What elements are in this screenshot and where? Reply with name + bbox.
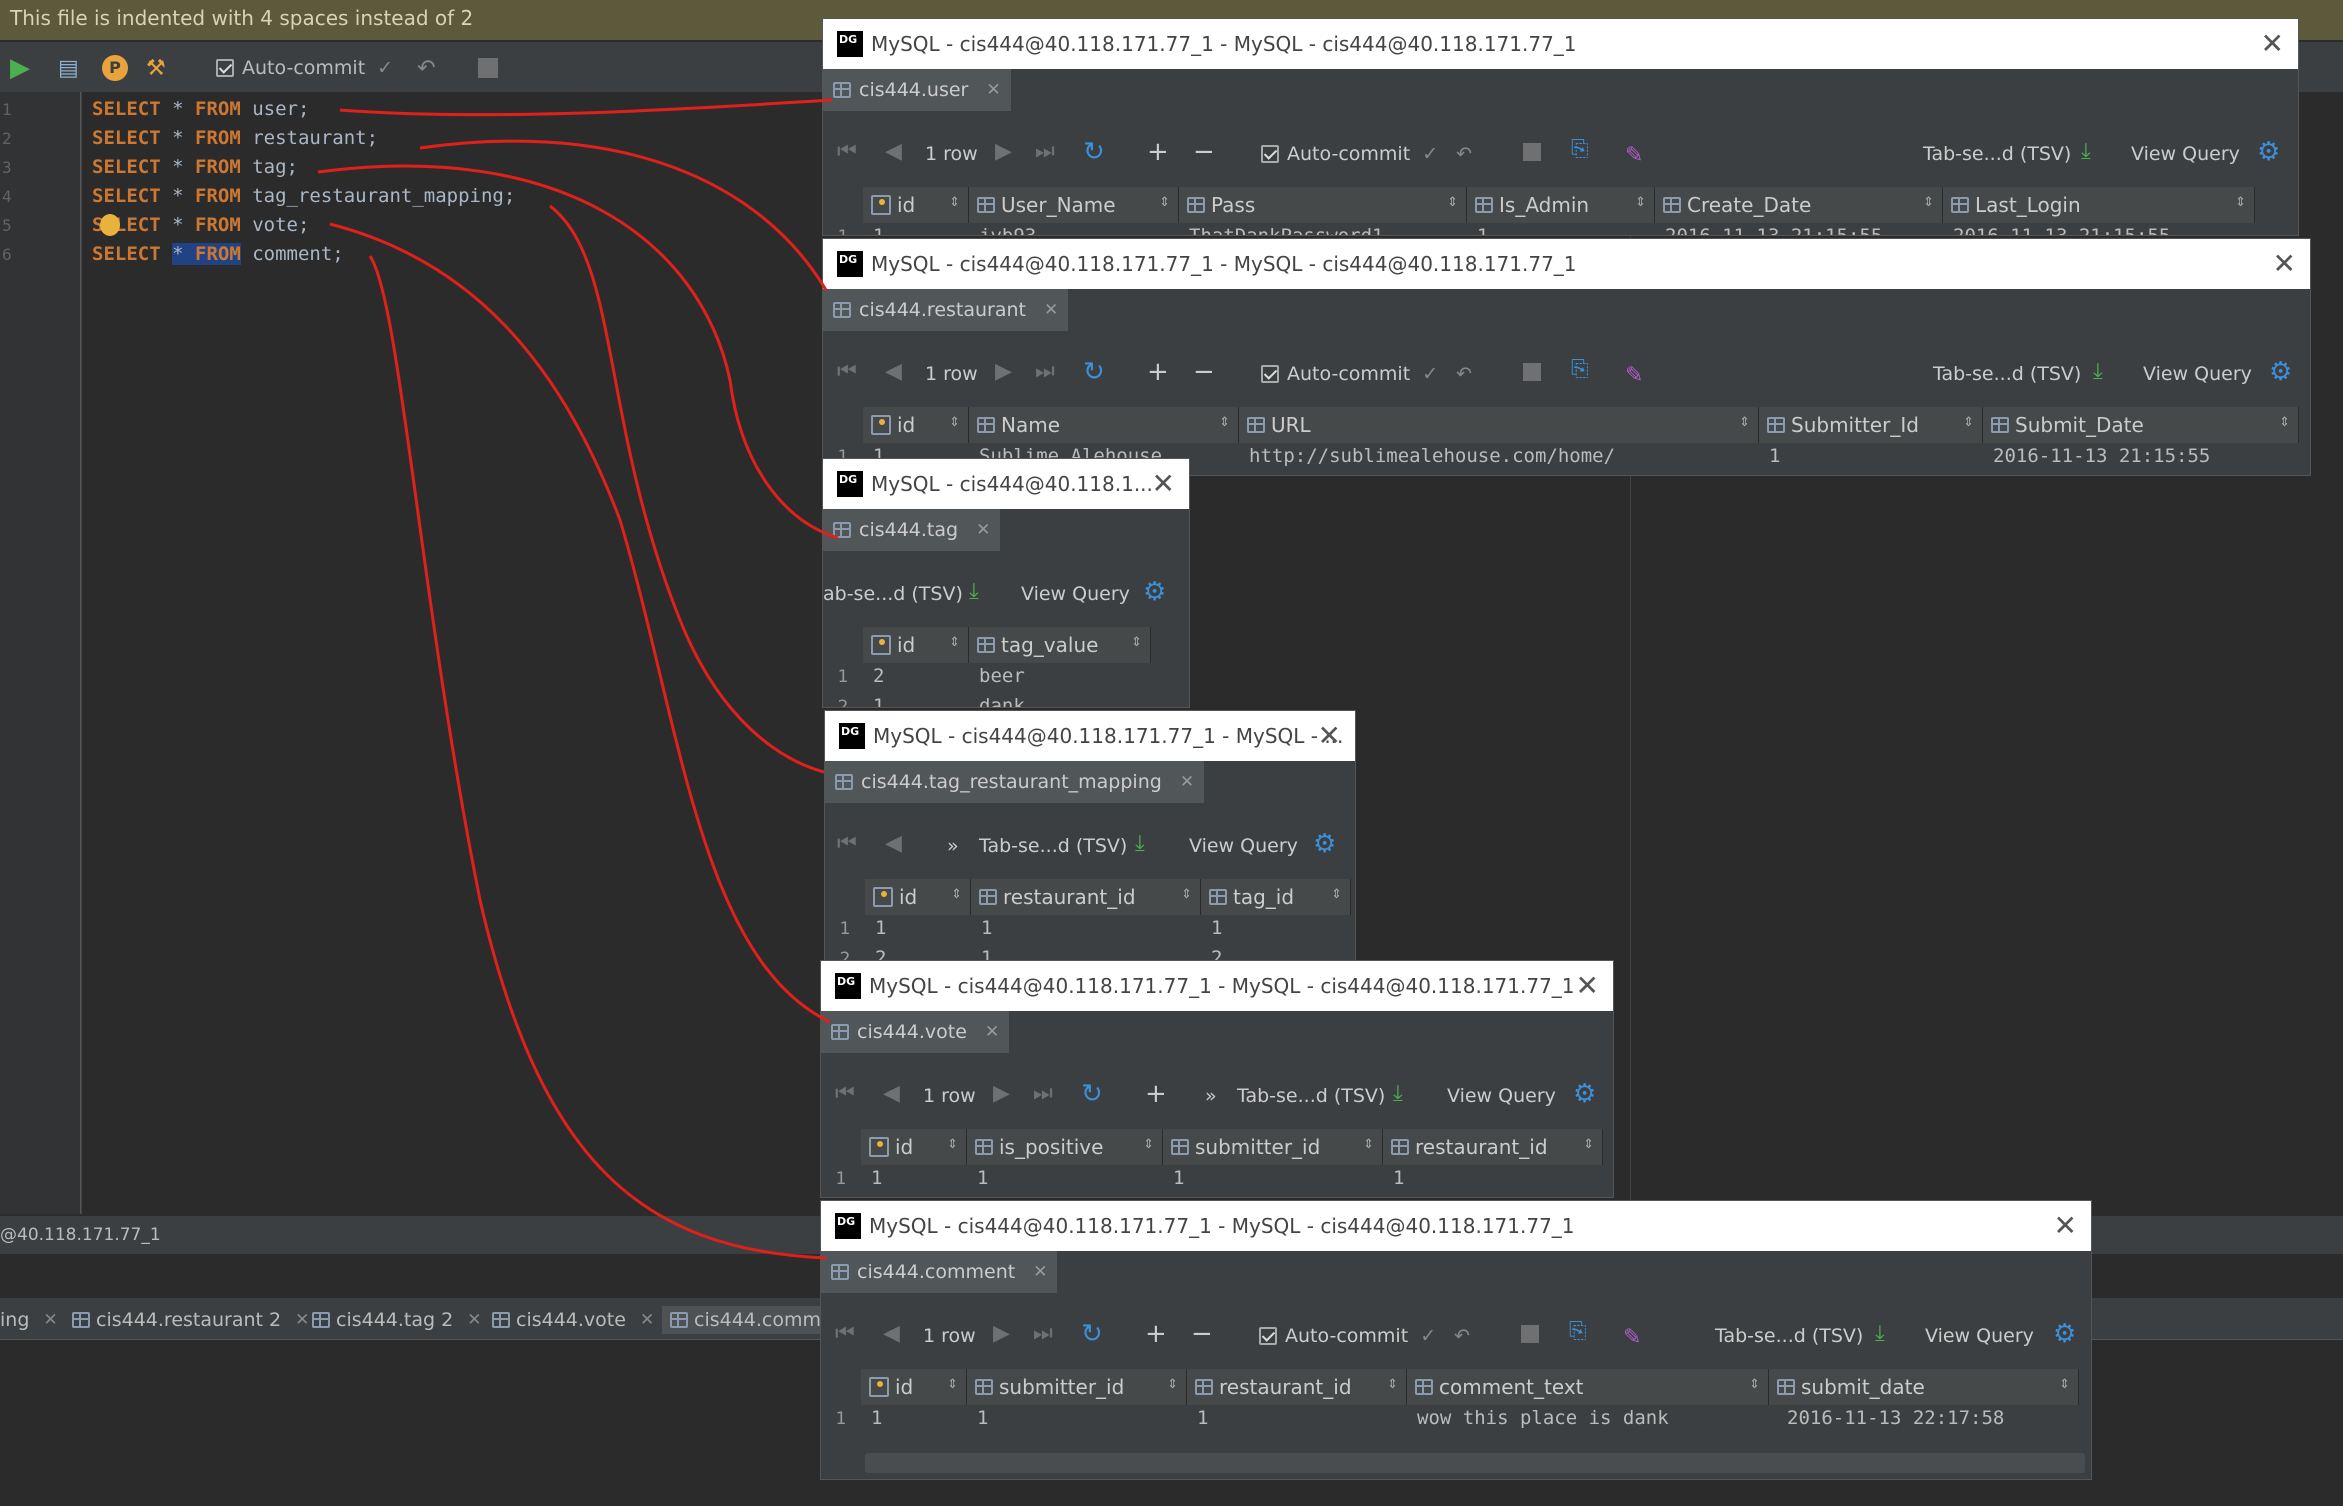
arrow-comment [368,255,827,1260]
annotation-lines [317,98,839,1260]
arrow-vote [329,222,831,1024]
annotation-strokes [317,98,839,1260]
arrow-mapping [549,204,825,774]
arrow-user [339,98,833,117]
arrow-restaurant [419,139,828,291]
